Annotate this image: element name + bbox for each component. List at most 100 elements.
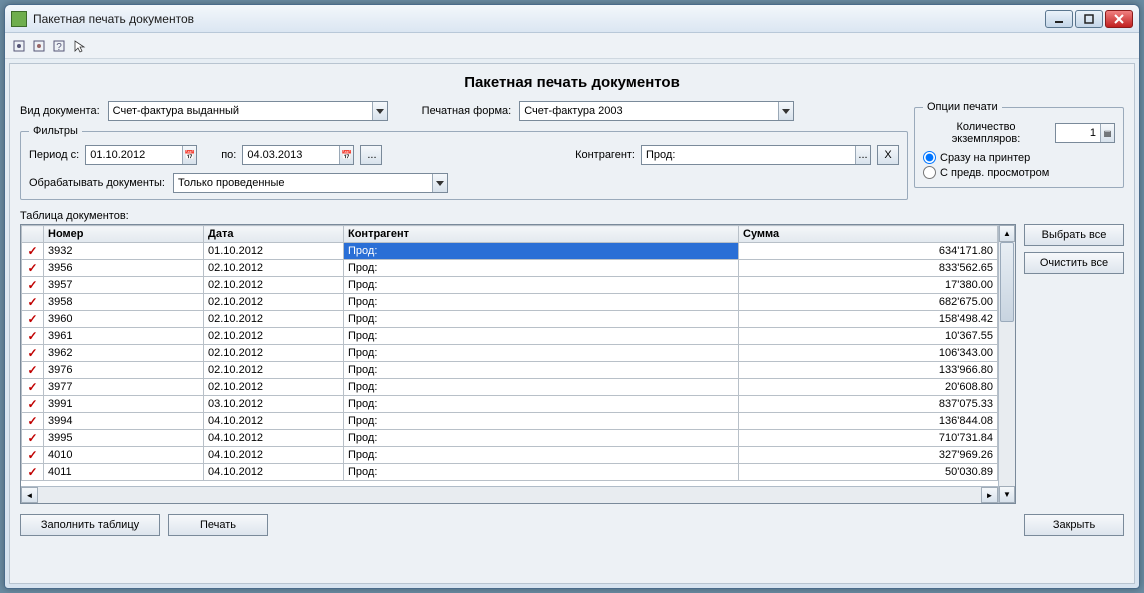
chevron-down-icon[interactable]	[778, 102, 793, 120]
row-number[interactable]: 4011	[44, 464, 204, 481]
row-number[interactable]: 3961	[44, 328, 204, 345]
period-dots-button[interactable]: ...	[360, 145, 382, 165]
table-row[interactable]: ✓399504.10.2012Прод:710'731.84	[22, 430, 998, 447]
row-contractor[interactable]: Прод:	[344, 430, 739, 447]
dots-icon[interactable]: ...	[855, 146, 870, 164]
row-check-icon[interactable]: ✓	[22, 464, 44, 481]
row-contractor[interactable]: Прод:	[344, 328, 739, 345]
period-to-field[interactable]	[243, 149, 339, 161]
row-check-icon[interactable]: ✓	[22, 345, 44, 362]
calendar-icon[interactable]: 📅	[339, 146, 353, 164]
row-check-icon[interactable]: ✓	[22, 243, 44, 260]
row-number[interactable]: 3958	[44, 294, 204, 311]
table-row[interactable]: ✓395802.10.2012Прод:682'675.00	[22, 294, 998, 311]
row-contractor[interactable]: Прод:	[344, 243, 739, 260]
table-row[interactable]: ✓401004.10.2012Прод:327'969.26	[22, 447, 998, 464]
row-check-icon[interactable]: ✓	[22, 396, 44, 413]
row-contractor[interactable]: Прод:	[344, 447, 739, 464]
scroll-left-icon[interactable]: ◄	[21, 487, 38, 503]
toolbar-icon-1[interactable]	[11, 38, 27, 54]
col-check[interactable]	[22, 226, 44, 243]
row-date[interactable]: 02.10.2012	[204, 277, 344, 294]
row-check-icon[interactable]: ✓	[22, 311, 44, 328]
row-number[interactable]: 3962	[44, 345, 204, 362]
help-icon[interactable]: ?	[51, 38, 67, 54]
row-number[interactable]: 3991	[44, 396, 204, 413]
row-check-icon[interactable]: ✓	[22, 328, 44, 345]
row-check-icon[interactable]: ✓	[22, 260, 44, 277]
table-row[interactable]: ✓395702.10.2012Прод:17'380.00	[22, 277, 998, 294]
chevron-down-icon[interactable]	[372, 102, 387, 120]
row-check-icon[interactable]: ✓	[22, 294, 44, 311]
radio-direct-label[interactable]: Сразу на принтер	[940, 152, 1030, 164]
row-sum[interactable]: 327'969.26	[739, 447, 998, 464]
close-dialog-button[interactable]: Закрыть	[1024, 514, 1124, 536]
row-check-icon[interactable]: ✓	[22, 277, 44, 294]
period-to-input[interactable]: 📅	[242, 145, 354, 165]
table-row[interactable]: ✓397702.10.2012Прод:20'608.80	[22, 379, 998, 396]
row-check-icon[interactable]: ✓	[22, 447, 44, 464]
row-contractor[interactable]: Прод:	[344, 260, 739, 277]
table-row[interactable]: ✓396102.10.2012Прод:10'367.55	[22, 328, 998, 345]
row-date[interactable]: 04.10.2012	[204, 447, 344, 464]
row-sum[interactable]: 20'608.80	[739, 379, 998, 396]
table-row[interactable]: ✓401104.10.2012Прод:50'030.89	[22, 464, 998, 481]
row-number[interactable]: 3995	[44, 430, 204, 447]
documents-grid[interactable]: Номер Дата Контрагент Сумма ✓393201.10.2…	[20, 224, 1016, 504]
calendar-icon[interactable]: 📅	[182, 146, 196, 164]
row-sum[interactable]: 133'966.80	[739, 362, 998, 379]
scroll-up-icon[interactable]: ▲	[999, 225, 1015, 242]
row-contractor[interactable]: Прод:	[344, 464, 739, 481]
cursor-icon[interactable]	[71, 38, 87, 54]
row-sum[interactable]: 634'171.80	[739, 243, 998, 260]
row-sum[interactable]: 833'562.65	[739, 260, 998, 277]
row-sum[interactable]: 158'498.42	[739, 311, 998, 328]
period-from-input[interactable]: 📅	[85, 145, 197, 165]
table-row[interactable]: ✓393201.10.2012Прод:634'171.80	[22, 243, 998, 260]
row-sum[interactable]: 710'731.84	[739, 430, 998, 447]
copies-input[interactable]	[1056, 127, 1100, 139]
row-sum[interactable]: 50'030.89	[739, 464, 998, 481]
row-number[interactable]: 3976	[44, 362, 204, 379]
chevron-down-icon[interactable]	[432, 174, 447, 192]
horizontal-scrollbar[interactable]: ◄ ►	[21, 486, 998, 503]
scroll-thumb[interactable]	[1000, 242, 1014, 322]
contractor-input[interactable]: ...	[641, 145, 871, 165]
row-contractor[interactable]: Прод:	[344, 294, 739, 311]
row-contractor[interactable]: Прод:	[344, 345, 739, 362]
table-row[interactable]: ✓396202.10.2012Прод:106'343.00	[22, 345, 998, 362]
row-sum[interactable]: 682'675.00	[739, 294, 998, 311]
row-contractor[interactable]: Прод:	[344, 413, 739, 430]
row-check-icon[interactable]: ✓	[22, 362, 44, 379]
row-date[interactable]: 02.10.2012	[204, 260, 344, 277]
row-date[interactable]: 04.10.2012	[204, 430, 344, 447]
radio-direct-printer[interactable]	[923, 151, 936, 164]
row-date[interactable]: 04.10.2012	[204, 464, 344, 481]
row-number[interactable]: 3977	[44, 379, 204, 396]
row-date[interactable]: 02.10.2012	[204, 328, 344, 345]
toolbar-icon-2[interactable]	[31, 38, 47, 54]
row-date[interactable]: 03.10.2012	[204, 396, 344, 413]
row-check-icon[interactable]: ✓	[22, 430, 44, 447]
row-number[interactable]: 3956	[44, 260, 204, 277]
row-sum[interactable]: 837'075.33	[739, 396, 998, 413]
row-number[interactable]: 3957	[44, 277, 204, 294]
close-button[interactable]	[1105, 10, 1133, 28]
row-contractor[interactable]: Прод:	[344, 311, 739, 328]
period-from-field[interactable]	[86, 149, 182, 161]
minimize-button[interactable]	[1045, 10, 1073, 28]
table-row[interactable]: ✓396002.10.2012Прод:158'498.42	[22, 311, 998, 328]
table-row[interactable]: ✓395602.10.2012Прод:833'562.65	[22, 260, 998, 277]
row-sum[interactable]: 17'380.00	[739, 277, 998, 294]
radio-preview-label[interactable]: С предв. просмотром	[940, 167, 1049, 179]
contractor-field[interactable]	[642, 149, 855, 161]
row-date[interactable]: 02.10.2012	[204, 311, 344, 328]
row-date[interactable]: 02.10.2012	[204, 362, 344, 379]
print-button[interactable]: Печать	[168, 514, 268, 536]
row-date[interactable]: 04.10.2012	[204, 413, 344, 430]
fill-table-button[interactable]: Заполнить таблицу	[20, 514, 160, 536]
row-contractor[interactable]: Прод:	[344, 277, 739, 294]
row-contractor[interactable]: Прод:	[344, 362, 739, 379]
table-row[interactable]: ✓397602.10.2012Прод:133'966.80	[22, 362, 998, 379]
row-contractor[interactable]: Прод:	[344, 379, 739, 396]
